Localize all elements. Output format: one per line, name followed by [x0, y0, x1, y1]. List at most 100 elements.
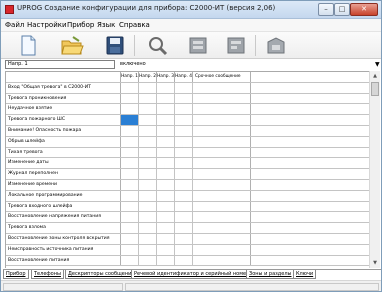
- minimize-button[interactable]: –: [318, 3, 334, 16]
- grid-cell[interactable]: [193, 125, 251, 136]
- grid-cell[interactable]: [157, 233, 175, 244]
- grid-cell[interactable]: [139, 201, 157, 212]
- grid-cell[interactable]: [175, 212, 193, 223]
- grid-cell[interactable]: [175, 136, 193, 147]
- grid-cell[interactable]: [121, 244, 139, 255]
- tab-keys[interactable]: Ключи: [293, 270, 317, 279]
- close-button[interactable]: ✕: [350, 3, 378, 16]
- grid-cell[interactable]: [193, 169, 251, 179]
- column-header[interactable]: Напр. 4: [175, 72, 193, 82]
- grid-cell[interactable]: [139, 104, 157, 115]
- grid-cell[interactable]: [193, 223, 251, 233]
- grid-cell[interactable]: [121, 158, 139, 169]
- grid-cell[interactable]: [193, 115, 251, 125]
- chevron-down-icon[interactable]: ▼: [375, 61, 380, 68]
- column-header[interactable]: Напр. 2: [139, 72, 157, 82]
- grid-cell[interactable]: [157, 147, 175, 158]
- grid-cell[interactable]: [193, 158, 251, 169]
- grid-cell[interactable]: [193, 244, 251, 255]
- grid-cell[interactable]: [193, 104, 251, 115]
- menu-file[interactable]: Файл: [5, 21, 24, 29]
- grid-cell[interactable]: [139, 223, 157, 233]
- grid-cell[interactable]: [121, 147, 139, 158]
- grid-cell[interactable]: [157, 125, 175, 136]
- grid-cell[interactable]: [193, 255, 251, 266]
- grid-cell[interactable]: [175, 201, 193, 212]
- grid-cell[interactable]: [139, 158, 157, 169]
- grid-cell[interactable]: [193, 201, 251, 212]
- grid-cell[interactable]: [157, 136, 175, 147]
- grid-cell[interactable]: [139, 190, 157, 201]
- grid-cell[interactable]: [139, 179, 157, 190]
- grid-cell[interactable]: [139, 136, 157, 147]
- grid-cell[interactable]: [121, 93, 139, 104]
- grid-cell[interactable]: [175, 115, 193, 125]
- grid-cell[interactable]: [175, 169, 193, 179]
- grid-cell[interactable]: [121, 255, 139, 266]
- grid-cell[interactable]: [175, 255, 193, 266]
- grid-cell[interactable]: [175, 223, 193, 233]
- grid-cell[interactable]: [157, 212, 175, 223]
- open-folder-icon[interactable]: [59, 34, 85, 57]
- grid-cell[interactable]: [175, 82, 193, 93]
- grid-cell[interactable]: [139, 255, 157, 266]
- grid-cell[interactable]: [193, 212, 251, 223]
- grid-cell[interactable]: [121, 82, 139, 93]
- grid-cell[interactable]: [139, 93, 157, 104]
- grid-cell[interactable]: [121, 179, 139, 190]
- grid-cell[interactable]: [175, 233, 193, 244]
- grid-cell[interactable]: [175, 147, 193, 158]
- tab-zones-partitions[interactable]: Зоны и разделы: [246, 270, 295, 279]
- grid-cell[interactable]: [157, 82, 175, 93]
- search-icon[interactable]: [145, 34, 171, 57]
- write-to-device-icon[interactable]: [223, 34, 249, 57]
- grid-cell[interactable]: [157, 201, 175, 212]
- vertical-scrollbar[interactable]: ▲ ▼: [369, 71, 380, 268]
- menu-device[interactable]: Прибор: [67, 21, 94, 29]
- new-document-icon[interactable]: [15, 34, 41, 57]
- grid-cell[interactable]: [121, 212, 139, 223]
- grid-cell[interactable]: [175, 179, 193, 190]
- menu-settings[interactable]: Настройки: [27, 21, 67, 29]
- grid-cell[interactable]: [175, 93, 193, 104]
- grid-cell[interactable]: [121, 223, 139, 233]
- grid-cell[interactable]: [157, 190, 175, 201]
- grid-cell[interactable]: [139, 125, 157, 136]
- column-header[interactable]: Напр. 1: [121, 72, 139, 82]
- grid-cell[interactable]: [139, 147, 157, 158]
- scroll-down-icon[interactable]: ▼: [370, 258, 380, 268]
- grid-cell[interactable]: [193, 147, 251, 158]
- grid-cell[interactable]: [193, 82, 251, 93]
- grid-cell[interactable]: [139, 212, 157, 223]
- read-from-device-icon[interactable]: [185, 34, 211, 57]
- grid-cell[interactable]: [157, 244, 175, 255]
- grid-cell[interactable]: [175, 104, 193, 115]
- grid-cell[interactable]: [157, 104, 175, 115]
- grid-cell[interactable]: [121, 233, 139, 244]
- grid-cell[interactable]: [139, 115, 157, 125]
- device-icon[interactable]: [263, 34, 289, 57]
- grid-cell[interactable]: [175, 190, 193, 201]
- maximize-button[interactable]: □: [334, 3, 350, 16]
- grid-cell[interactable]: [139, 233, 157, 244]
- grid-cell[interactable]: [139, 169, 157, 179]
- grid-cell[interactable]: [157, 169, 175, 179]
- grid-cell[interactable]: [193, 179, 251, 190]
- tab-voice-id-serial[interactable]: Речевой идентификатор и серийный номер: [131, 270, 253, 279]
- grid-cell[interactable]: [157, 179, 175, 190]
- column-header[interactable]: Срочное сообщение: [193, 72, 251, 82]
- grid-cell[interactable]: [121, 201, 139, 212]
- grid-cell[interactable]: [139, 244, 157, 255]
- tab-phones[interactable]: Телефоны: [31, 270, 64, 279]
- grid-cell[interactable]: [157, 115, 175, 125]
- grid-cell[interactable]: [139, 82, 157, 93]
- grid-cell[interactable]: [175, 244, 193, 255]
- grid-cell[interactable]: [157, 223, 175, 233]
- direction-select[interactable]: Напр. 1: [5, 60, 115, 69]
- grid-cell[interactable]: [175, 158, 193, 169]
- grid-cell[interactable]: [157, 255, 175, 266]
- grid-cell[interactable]: [175, 125, 193, 136]
- menu-help[interactable]: Справка: [119, 21, 150, 29]
- grid-cell[interactable]: [121, 115, 139, 125]
- save-floppy-icon[interactable]: [102, 34, 128, 57]
